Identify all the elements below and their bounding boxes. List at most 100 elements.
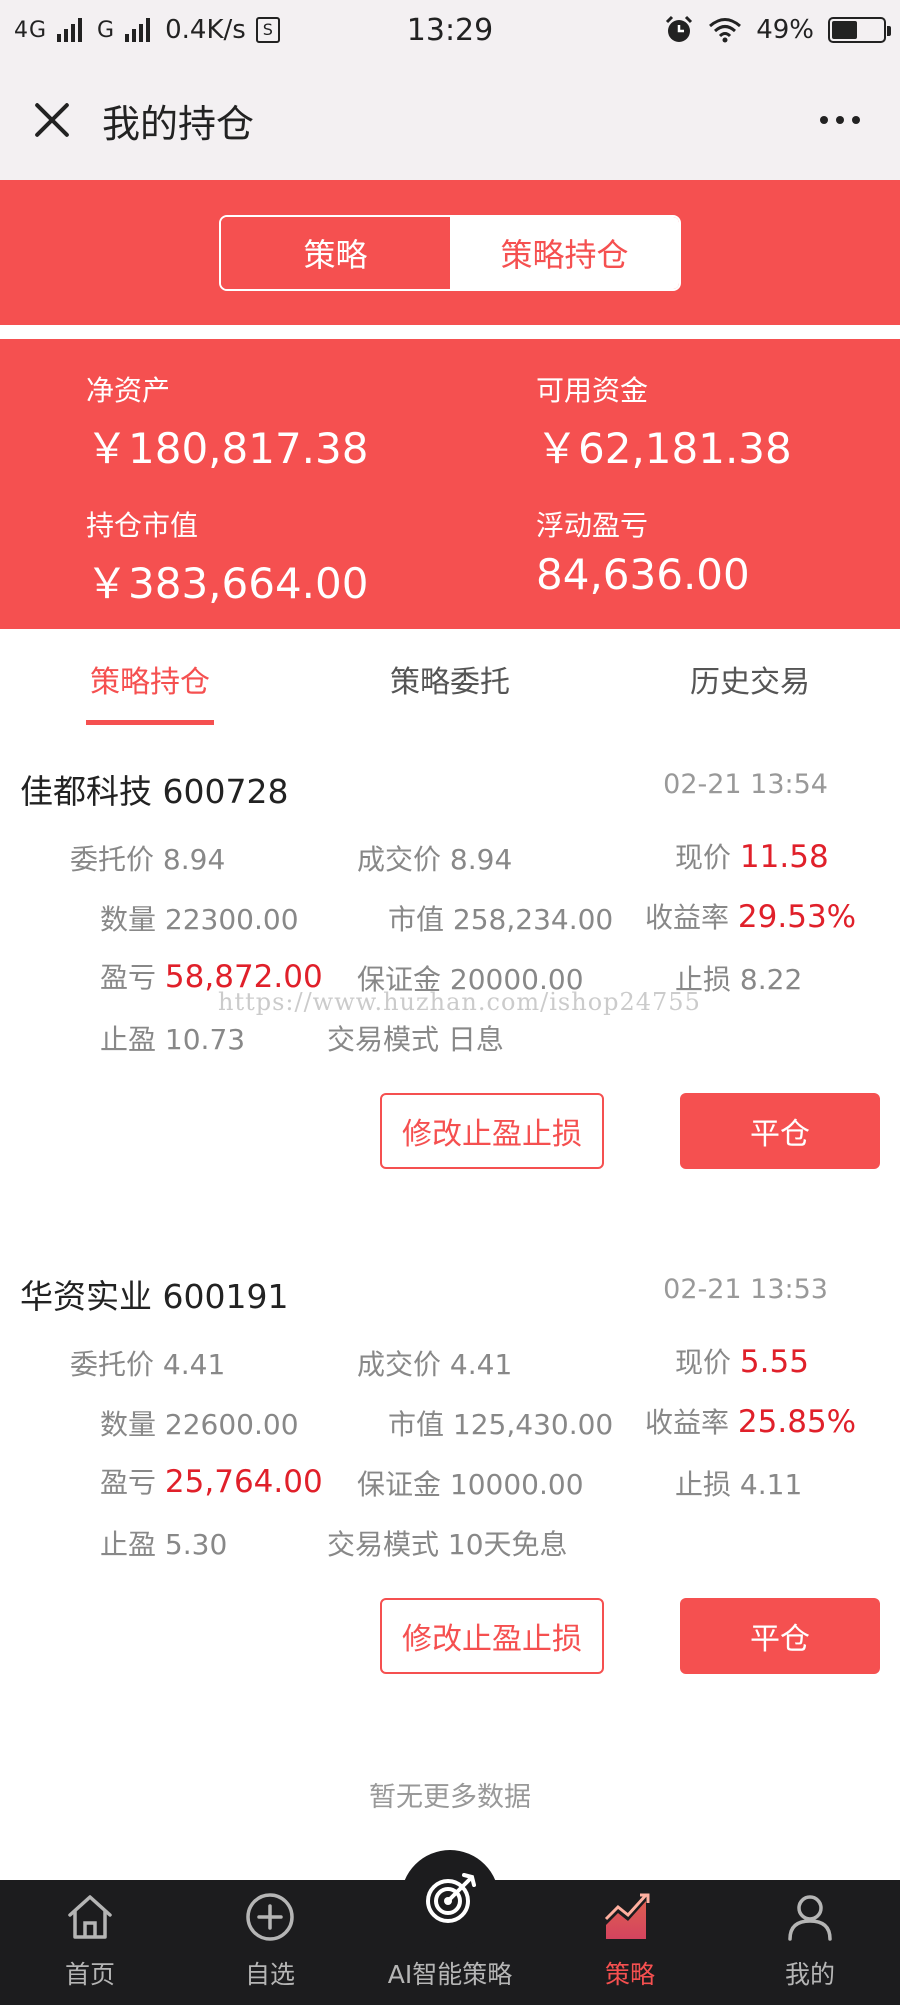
available-funds-value: ￥62,181.38: [536, 424, 792, 473]
stock-name: 佳都科技 600728: [20, 772, 289, 811]
tabbar-home[interactable]: 首页: [0, 1880, 180, 2005]
trade-mode-value: 10天免息: [447, 1528, 568, 1561]
net-assets-value: ￥180,817.38: [86, 424, 369, 473]
user-icon: [788, 1895, 832, 1941]
available-funds: 可用资金 ￥62,181.38: [536, 369, 792, 476]
tab-label: 历史交易: [690, 665, 810, 700]
stock-name: 华资实业 600191: [20, 1277, 289, 1316]
position-market-value: 市值 258,234.00: [388, 898, 613, 938]
close-icon[interactable]: [28, 95, 78, 145]
trade-mode-value: 日息: [447, 1023, 504, 1056]
order-price-label: 委托价: [70, 1348, 155, 1381]
tabbar-ai-strategy[interactable]: AI智能策略: [360, 1850, 540, 2005]
yield-rate-label: 收益率: [645, 1406, 730, 1439]
deal-price-label: 成交价: [357, 843, 442, 876]
signal-icon: [57, 18, 83, 42]
alarm-icon: [666, 15, 693, 42]
floating-pnl: 浮动盈亏 84,636.00: [536, 504, 750, 599]
tabbar-watchlist[interactable]: 自选: [180, 1880, 360, 2005]
market-value-value: 125,430.00: [452, 1408, 614, 1441]
ai-strategy-bump: [401, 1850, 499, 1948]
market-value-label: 持仓市值: [86, 509, 199, 542]
net-assets-label: 净资产: [86, 374, 171, 407]
pnl-label: 盈亏: [100, 961, 157, 994]
nav-bar: 我的持仓: [0, 60, 900, 180]
deal-price: 成交价 4.41: [357, 1343, 512, 1383]
current-price-label: 现价: [675, 1346, 732, 1379]
tabbar-label: AI智能策略: [387, 1960, 513, 1989]
target-icon: [426, 1873, 476, 1923]
current-price-value: 11.58: [739, 839, 829, 875]
market-value-label: 市值: [388, 1408, 445, 1441]
order-price-value: 8.94: [162, 843, 226, 876]
more-menu-icon[interactable]: [810, 116, 870, 124]
take-profit-value: 10.73: [164, 1023, 246, 1056]
close-position-button[interactable]: 平仓: [680, 1598, 880, 1674]
order-price: 委托价 4.41: [70, 1343, 225, 1383]
market-value: 持仓市值 ￥383,664.00: [86, 504, 368, 611]
battery-icon: [828, 17, 891, 43]
home-icon: [68, 1895, 112, 1939]
assets-summary: 净资产 ￥180,817.38 可用资金 ￥62,181.38 持仓市值 ￥38…: [0, 339, 900, 629]
stop-loss: 止损 4.11: [675, 1463, 802, 1503]
current-price: 现价 11.58: [675, 836, 829, 876]
yield-rate-value: 25.85%: [737, 1404, 857, 1440]
watermark-text: https://www.huzhan.com/ishop24755: [218, 988, 701, 1016]
deal-price-label: 成交价: [357, 1348, 442, 1381]
tabbar-strategy[interactable]: 策略: [540, 1880, 720, 2005]
quantity: 数量 22600.00: [100, 1403, 299, 1443]
speed-badge-icon: S: [255, 17, 280, 43]
current-price-label: 现价: [675, 841, 732, 874]
position-time: 02-21 13:53: [663, 1274, 828, 1305]
deal-price: 成交价 8.94: [357, 838, 512, 878]
tab-orders[interactable]: 策略委托: [300, 629, 600, 729]
tabbar-mine[interactable]: 我的: [720, 1880, 900, 2005]
quantity-value: 22300.00: [164, 903, 299, 936]
deal-price-value: 4.41: [449, 1348, 513, 1381]
bottom-tab-bar: 首页 自选 AI智能策略 策略 我的: [0, 1850, 900, 2005]
battery-fill: [832, 21, 857, 39]
quantity-value: 22600.00: [164, 1408, 299, 1441]
tabbar-label: 策略: [604, 1960, 655, 1989]
market-value-label: 市值: [388, 903, 445, 936]
net-assets: 净资产 ￥180,817.38: [86, 369, 368, 476]
order-price-value: 4.41: [162, 1348, 226, 1381]
close-position-button[interactable]: 平仓: [680, 1093, 880, 1169]
stop-loss-value: 4.11: [739, 1468, 803, 1501]
tab-bar: 策略持仓 策略委托 历史交易: [0, 629, 900, 729]
floating-pnl-label: 浮动盈亏: [536, 509, 649, 542]
order-price-label: 委托价: [70, 843, 155, 876]
take-profit-label: 止盈: [100, 1023, 157, 1056]
tab-positions[interactable]: 策略持仓: [0, 629, 300, 729]
tab-history[interactable]: 历史交易: [600, 629, 900, 729]
tab-label: 策略委托: [390, 665, 510, 700]
network-4g-label: 4G: [14, 17, 48, 43]
quantity: 数量 22300.00: [100, 898, 299, 938]
segment-strategy[interactable]: 策略: [221, 216, 450, 289]
pnl-label: 盈亏: [100, 1466, 157, 1499]
stop-loss-value: 8.22: [739, 963, 803, 996]
position-time: 02-21 13:54: [663, 769, 828, 800]
market-value-value: ￥383,664.00: [86, 559, 369, 608]
position-card: 华资实业 600191 02-21 13:53 委托价 4.41 成交价 4.4…: [0, 1270, 900, 1674]
edit-stop-button[interactable]: 修改止盈止损: [380, 1093, 604, 1169]
trade-mode-label: 交易模式: [327, 1528, 440, 1561]
available-funds-label: 可用资金: [536, 374, 649, 407]
current-price: 现价 5.55: [675, 1341, 809, 1381]
take-profit: 止盈 10.73: [100, 1018, 245, 1058]
pnl: 盈亏 25,764.00: [100, 1461, 323, 1501]
yield-rate: 收益率 25.85%: [645, 1401, 856, 1441]
battery-percent: 49%: [756, 15, 814, 45]
trade-mode: 交易模式 日息: [327, 1018, 504, 1058]
header-banner: 策略 策略持仓: [0, 180, 900, 325]
take-profit-value: 5.30: [164, 1528, 228, 1561]
chart-trend-icon: [604, 1893, 650, 1939]
take-profit-label: 止盈: [100, 1528, 157, 1561]
segment-strategy-positions[interactable]: 策略持仓: [450, 216, 679, 289]
margin-value: 10000.00: [449, 1468, 584, 1501]
edit-stop-button[interactable]: 修改止盈止损: [380, 1598, 604, 1674]
margin: 保证金 10000.00: [357, 1463, 584, 1503]
tab-underline: [86, 720, 214, 725]
page-title: 我的持仓: [102, 101, 255, 146]
plus-circle-icon: [246, 1893, 294, 1941]
